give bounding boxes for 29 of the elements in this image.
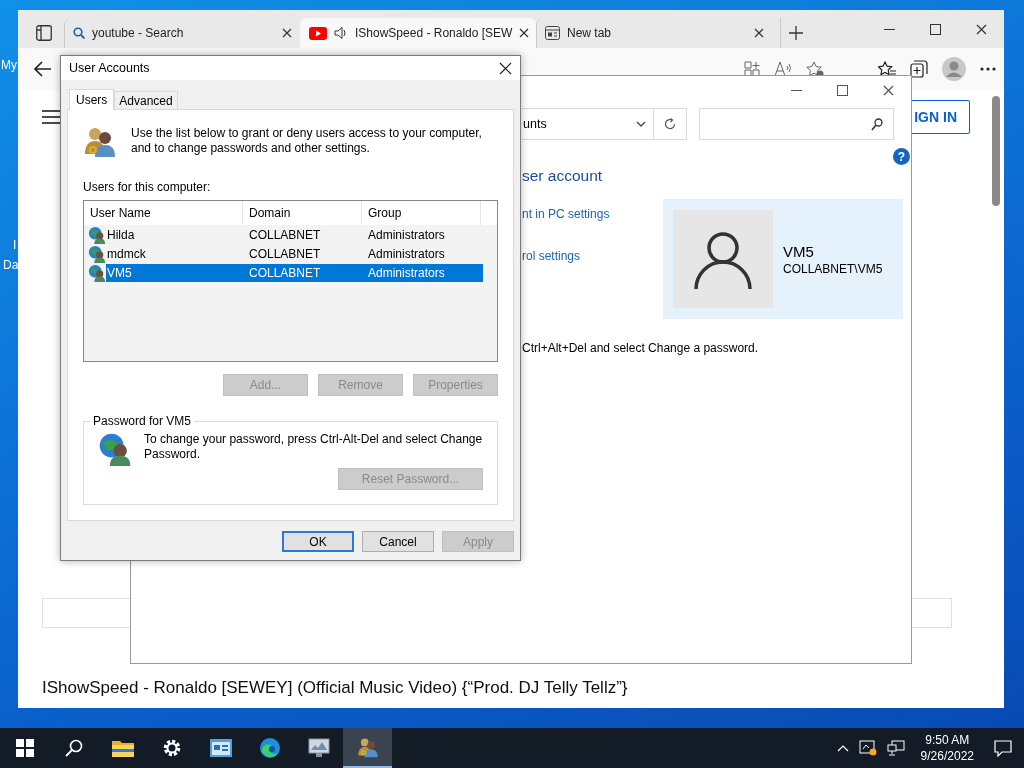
dialog-tab[interactable]: Users	[69, 89, 115, 110]
column-header[interactable]: Group	[362, 201, 481, 225]
password-note: Ctrl+Alt+Del and select Change a password.	[522, 341, 760, 355]
dialog-title: User Accounts	[69, 61, 150, 75]
column-header[interactable]: Domain	[243, 201, 362, 225]
video-title: IShowSpeed - Ronaldo [SEWEY] (Official Music Video) {“Prod. DJ Telly Tellz”}	[42, 678, 629, 698]
settings-link[interactable]: rol settings	[522, 249, 663, 263]
desktop-icon-label: Da	[3, 258, 19, 272]
password-text: To change your password, press Ctrl-Alt-Del and select Change Password.	[144, 432, 484, 463]
clock[interactable]: 9:50 AM 9/26/2022	[920, 732, 974, 764]
page-heading: ser account	[522, 167, 604, 185]
desktop-icon-label: My	[1, 58, 17, 72]
intro-text: Use the list below to grant or deny users access to your computer, and to change passwords and other settings.	[131, 125, 483, 156]
user-name: VM5	[783, 242, 815, 260]
user-row[interactable]: mdmck COLLABNET Administrators	[106, 244, 483, 263]
dialog-button[interactable]: OK	[282, 531, 354, 552]
dialog-tab[interactable]: Advanced	[114, 91, 178, 109]
help-icon[interactable]: ?	[893, 148, 910, 165]
desktop-icon-label: I	[13, 238, 17, 252]
address-field[interactable]: unts	[522, 108, 687, 140]
group-title: Password for VM5	[92, 414, 193, 428]
user-account: COLLABNET\VM5	[783, 261, 883, 276]
user-row[interactable]: VM5 COLLABNET Administrators	[106, 263, 483, 282]
dialog-button[interactable]: Cancel	[362, 531, 434, 552]
user-row[interactable]: Hilda COLLABNET Administrators	[106, 225, 483, 244]
column-header[interactable]: User Name	[84, 201, 243, 225]
list-label: Users for this computer:	[83, 180, 212, 194]
settings-link[interactable]: nt in PC settings	[522, 207, 663, 221]
browser-tab[interactable]: IShowSpeed - Ronaldo [SEW	[300, 18, 536, 48]
